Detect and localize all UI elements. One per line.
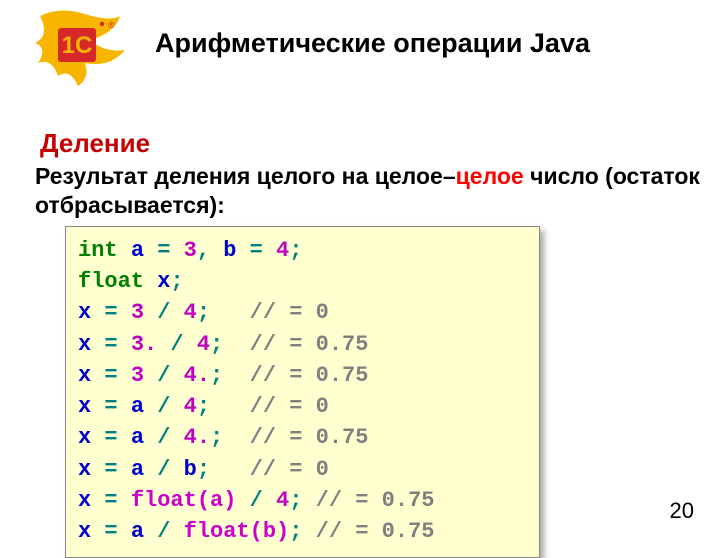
- code-num: 4.: [184, 425, 210, 450]
- code-op: /: [144, 363, 184, 388]
- section-heading: Деление: [40, 128, 150, 159]
- code-cast: float(a): [131, 488, 237, 513]
- code-op: ;: [210, 363, 223, 388]
- code-comment: // = 0: [250, 457, 329, 482]
- desc-highlight: целое: [456, 163, 524, 189]
- code-op: /: [144, 457, 184, 482]
- code-id: b: [223, 238, 236, 263]
- code-num: 4.: [184, 363, 210, 388]
- code-pad: [223, 425, 249, 450]
- code-op: =: [91, 488, 131, 513]
- code-op: ;: [289, 488, 302, 513]
- svg-text:®: ®: [108, 20, 115, 30]
- code-id: x: [78, 332, 91, 357]
- svg-text:1C: 1C: [62, 32, 93, 59]
- code-pad: [302, 488, 315, 513]
- code-id: x: [78, 519, 91, 544]
- code-num: 3: [184, 238, 197, 263]
- code-comment: // = 0: [250, 300, 329, 325]
- code-op: ,: [197, 238, 223, 263]
- code-id: x: [78, 425, 91, 450]
- code-op: /: [157, 332, 197, 357]
- code-num: 4: [184, 394, 197, 419]
- code-op: ;: [210, 425, 223, 450]
- code-comment: // = 0.75: [316, 519, 435, 544]
- code-num: 4: [276, 238, 289, 263]
- code-pad: [210, 300, 250, 325]
- code-comment: // = 0.75: [250, 425, 369, 450]
- code-id: b: [184, 457, 197, 482]
- code-op: ;: [210, 332, 223, 357]
- code-op: ;: [170, 269, 183, 294]
- code-num: 4: [184, 300, 197, 325]
- code-id: x: [157, 269, 170, 294]
- code-op: ;: [197, 394, 210, 419]
- code-pad: [223, 363, 249, 388]
- code-id: a: [131, 457, 144, 482]
- code-num: 4: [276, 488, 289, 513]
- code-keyword: float: [78, 269, 144, 294]
- code-id: x: [78, 363, 91, 388]
- code-op: =: [91, 457, 131, 482]
- code-pad: [223, 332, 249, 357]
- code-op: =: [91, 519, 131, 544]
- code-op: ;: [289, 519, 302, 544]
- code-op: /: [144, 394, 184, 419]
- code-op: ;: [197, 300, 210, 325]
- logo-1c: 1C ®: [30, 8, 130, 88]
- code-id: x: [78, 457, 91, 482]
- code-op: =: [91, 332, 131, 357]
- code-comment: // = 0.75: [316, 488, 435, 513]
- code-keyword: int: [78, 238, 118, 263]
- code-op: /: [144, 425, 184, 450]
- slide-title: Арифметические операции Java: [155, 28, 590, 59]
- code-comment: // = 0.75: [250, 332, 369, 357]
- code-op: /: [144, 300, 184, 325]
- code-comment: // = 0.75: [250, 363, 369, 388]
- code-op: =: [91, 300, 131, 325]
- code-num: 3: [131, 363, 144, 388]
- description-text: Результат деления целого на целое–целое …: [35, 162, 720, 220]
- code-pad: [302, 519, 315, 544]
- code-num: 4: [197, 332, 210, 357]
- code-id: x: [78, 488, 91, 513]
- code-cast: float(b): [184, 519, 290, 544]
- code-id: x: [78, 394, 91, 419]
- code-num: 3: [131, 300, 144, 325]
- code-pad: [210, 457, 250, 482]
- code-op: /: [236, 488, 276, 513]
- code-op: =: [91, 363, 131, 388]
- code-op: =: [144, 238, 184, 263]
- code-num: 3.: [131, 332, 157, 357]
- page-number: 20: [670, 498, 694, 524]
- code-op: =: [91, 425, 131, 450]
- code-pad: [210, 394, 250, 419]
- code-id: x: [78, 300, 91, 325]
- code-block: int a = 3, b = 4; float x; x = 3 / 4; //…: [65, 226, 540, 558]
- code-op: ;: [289, 238, 302, 263]
- code-id: a: [131, 425, 144, 450]
- code-op: =: [236, 238, 276, 263]
- code-id: a: [131, 238, 144, 263]
- code-op: /: [144, 519, 184, 544]
- code-op: =: [91, 394, 131, 419]
- code-op: ;: [197, 457, 210, 482]
- desc-part1: Результат деления целого на целое–: [35, 163, 456, 189]
- code-id: a: [131, 394, 144, 419]
- code-comment: // = 0: [250, 394, 329, 419]
- code-id: a: [131, 519, 144, 544]
